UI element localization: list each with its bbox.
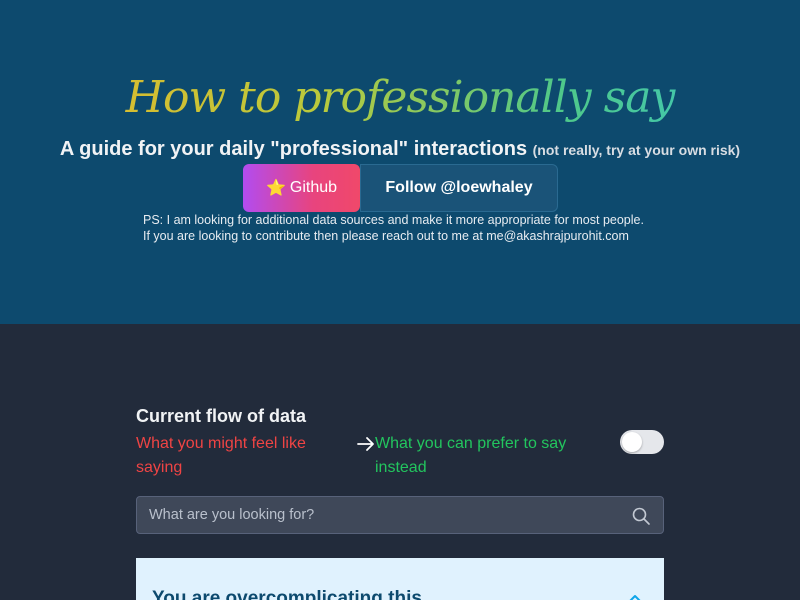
github-button[interactable]: ⭐ Github [243,164,360,212]
contribute-note: PS: I am looking for additional data sou… [143,212,743,244]
hero-buttons: ⭐ Github Follow @loewhaley [243,164,558,212]
page-title: How to professionally say [0,72,800,123]
star-icon: ⭐ [265,180,286,197]
follow-button[interactable]: Follow @loewhaley [360,164,558,212]
page-subtitle: A guide for your daily "professional" in… [0,138,800,161]
hero-section: How to professionally say A guide for yo… [0,0,800,324]
arrow-right-icon [357,437,374,451]
subtitle-main: A guide for your daily "professional" in… [59,138,528,160]
note-line-1: PS: I am looking for additional data sou… [143,213,644,227]
github-button-label: Github [289,179,338,196]
phrase-card-title: You are overcomplicating this [152,588,422,600]
flow-target-label: What you can prefer to say instead [375,435,567,476]
flow-title: Current flow of data [136,406,306,426]
toggle-knob [622,432,642,452]
subtitle-disclaimer: (not really, try at your own risk) [532,142,741,158]
phrase-card[interactable]: You are overcomplicating this [136,558,664,600]
flow-source-label: What you might feel like saying [136,435,306,476]
search-box [136,496,664,534]
chevron-up-icon[interactable] [624,590,646,600]
follow-button-label: Follow @loewhaley [385,179,533,196]
note-line-2: If you are looking to contribute then pl… [143,229,629,243]
flow-direction-toggle[interactable] [620,430,664,454]
search-icon[interactable] [631,506,651,526]
search-input[interactable] [137,497,617,533]
